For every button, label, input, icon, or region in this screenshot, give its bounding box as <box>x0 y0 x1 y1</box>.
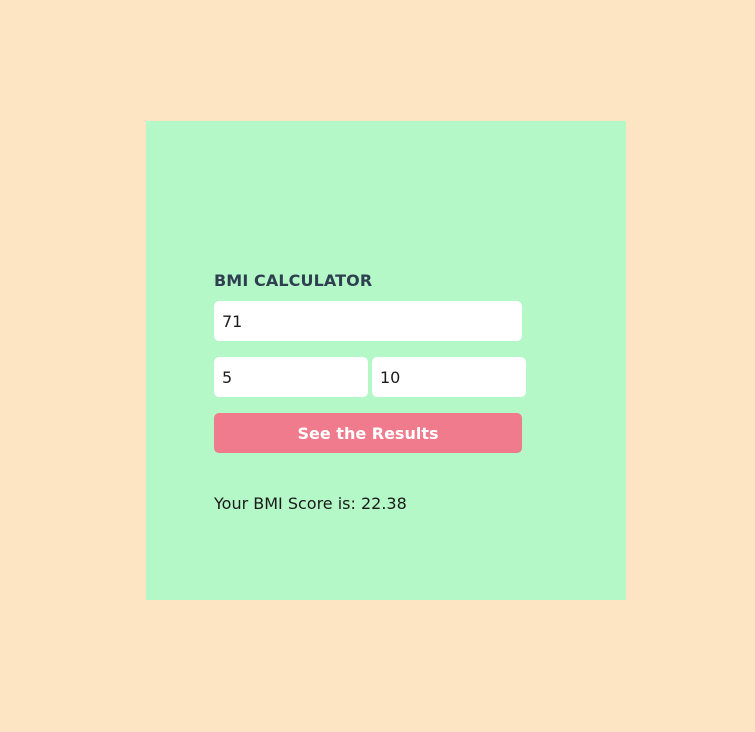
see-results-button[interactable]: See the Results <box>214 413 522 453</box>
bmi-result-text: Your BMI Score is: 22.38 <box>214 494 407 513</box>
bmi-calculator-panel: BMI CALCULATOR See the Results Your BMI … <box>146 121 626 600</box>
calculator-title: BMI CALCULATOR <box>214 271 373 290</box>
height-feet-input[interactable] <box>214 357 368 397</box>
weight-input[interactable] <box>214 301 522 341</box>
height-inches-input[interactable] <box>372 357 526 397</box>
